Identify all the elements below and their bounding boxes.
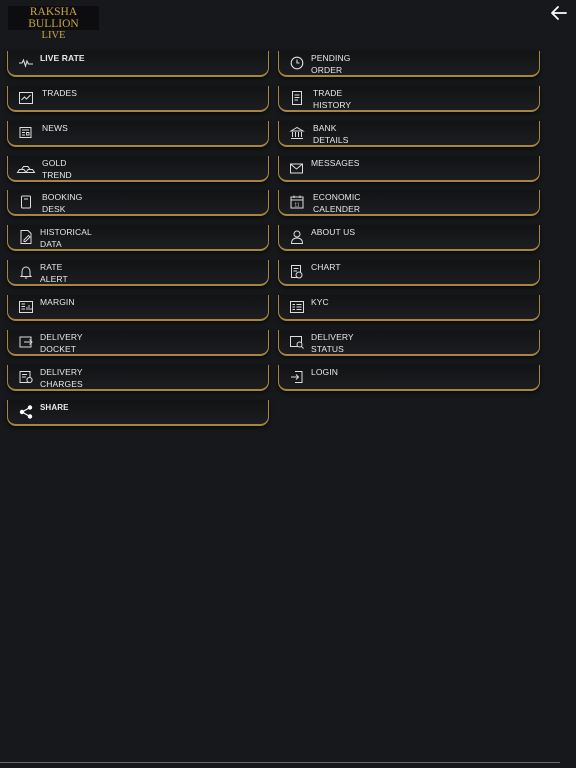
menu-label: SHARE — [40, 403, 69, 412]
app-logo: RAKSHA BULLION LIVE — [8, 6, 99, 41]
arrow-left-icon — [551, 6, 567, 20]
menu-label: RATE ALERT — [40, 262, 68, 284]
menu-label: DELIVERY STATUS — [311, 332, 354, 354]
menu-label: DELIVERY CHARGES — [40, 367, 83, 389]
chart-document-icon — [289, 264, 305, 280]
delivery-box-icon — [18, 334, 34, 350]
back-button[interactable] — [548, 3, 570, 23]
gold-bars-icon — [16, 160, 36, 176]
menu-label: HISTORICAL DATA — [40, 227, 92, 249]
menu-item-bank-details[interactable]: BANK DETAILS — [278, 121, 540, 147]
share-icon — [18, 404, 34, 420]
menu-item-gold-trend[interactable]: GOLD TREND — [7, 156, 269, 182]
menu-label: PENDING ORDER — [311, 53, 351, 75]
menu-item-economic-calender[interactable]: 11 ECONOMIC CALENDER — [278, 190, 540, 216]
menu-item-chart[interactable]: CHART — [278, 260, 540, 286]
menu-item-messages[interactable]: MESSAGES — [278, 156, 540, 182]
user-icon — [289, 229, 305, 245]
menu-label: TRADES — [42, 88, 78, 98]
menu-item-delivery-docket[interactable]: DELIVERY DOCKET — [7, 330, 269, 356]
menu-label: TRADE HISTORY — [313, 88, 352, 110]
logo-line-1: RAKSHA BULLION — [28, 6, 79, 30]
logo-line-2: LIVE — [41, 30, 66, 41]
clock-icon — [289, 55, 305, 71]
menu-label: NEWS — [42, 123, 68, 133]
document-icon — [289, 90, 305, 106]
menu-label: KYC — [311, 297, 329, 307]
menu-item-margin[interactable]: MARGIN — [7, 295, 269, 321]
menu-item-rate-alert[interactable]: RATE ALERT — [7, 260, 269, 286]
menu-item-about-us[interactable]: ABOUT US — [278, 225, 540, 251]
menu-item-login[interactable]: LOGIN — [278, 365, 540, 391]
menu-label: CHART — [311, 262, 341, 272]
menu-label: LIVE RATE — [40, 53, 85, 63]
bank-icon — [289, 125, 305, 141]
pulse-icon — [18, 55, 34, 71]
trend-chart-icon — [18, 90, 34, 106]
receipt-icon — [18, 369, 34, 385]
bottom-divider — [0, 762, 560, 763]
menu-label: MESSAGES — [311, 158, 360, 168]
newspaper-icon — [18, 125, 34, 141]
menu-label: GOLD TREND — [42, 158, 72, 180]
menu-label: ABOUT US — [311, 227, 356, 237]
menu-label: ECONOMIC CALENDER — [313, 192, 361, 214]
book-icon — [18, 194, 34, 210]
app-header: RAKSHA BULLION LIVE — [0, 0, 576, 44]
menu-label: BOOKING DESK — [42, 192, 83, 214]
menu-label: LOGIN — [311, 367, 338, 377]
menu-item-news[interactable]: NEWS — [7, 121, 269, 147]
search-document-icon — [289, 334, 305, 350]
menu-item-pending-order[interactable]: PENDING ORDER — [278, 51, 540, 77]
menu-item-kyc[interactable]: KYC — [278, 295, 540, 321]
calendar-day: 11 — [294, 202, 299, 208]
menu-item-trade-history[interactable]: TRADE HISTORY — [278, 86, 540, 112]
menu-item-delivery-status[interactable]: DELIVERY STATUS — [278, 330, 540, 356]
id-card-icon — [289, 299, 305, 315]
menu-label: BANK DETAILS — [313, 123, 349, 145]
login-icon — [289, 369, 305, 385]
menu-label: DELIVERY DOCKET — [40, 332, 83, 354]
menu-item-share[interactable]: SHARE — [7, 400, 269, 426]
menu-item-booking-desk[interactable]: BOOKING DESK — [7, 190, 269, 216]
menu-item-historical-data[interactable]: HISTORICAL DATA — [7, 225, 269, 251]
menu-label: MARGIN — [40, 297, 75, 307]
calendar-icon: 11 — [289, 194, 305, 210]
menu-item-live-rate[interactable]: LIVE RATE — [7, 51, 269, 77]
menu-item-delivery-charges[interactable]: DELIVERY CHARGES — [7, 365, 269, 391]
document-edit-icon — [18, 229, 34, 245]
bell-icon — [18, 264, 34, 280]
report-icon — [18, 299, 34, 315]
envelope-icon — [289, 160, 305, 176]
menu-item-trades[interactable]: TRADES — [7, 86, 269, 112]
